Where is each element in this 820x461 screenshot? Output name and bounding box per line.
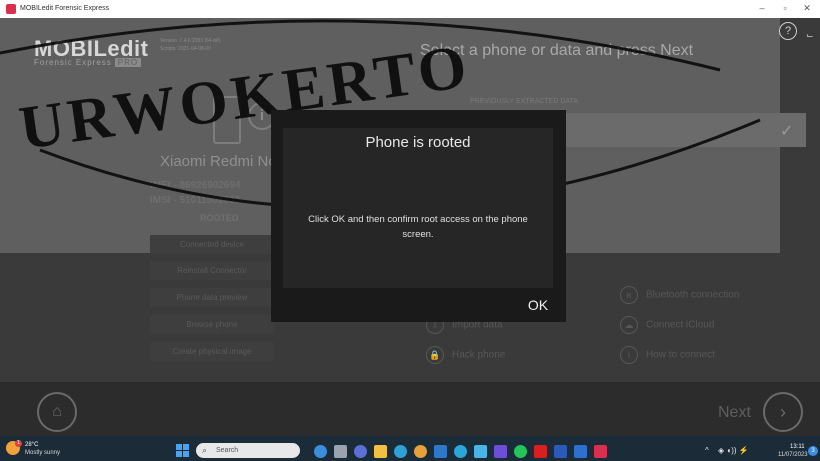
dialog-body <box>283 128 553 288</box>
notes-icon[interactable] <box>574 445 587 458</box>
task-view-icon[interactable] <box>334 445 347 458</box>
bing-chat-icon[interactable] <box>314 445 327 458</box>
teams-icon[interactable] <box>354 445 367 458</box>
dialog-title: Phone is rooted <box>365 134 471 151</box>
word-icon[interactable] <box>554 445 567 458</box>
start-icon[interactable] <box>176 444 190 458</box>
netflix-icon[interactable] <box>534 445 547 458</box>
store-icon[interactable] <box>434 445 447 458</box>
whatsapp-icon[interactable] <box>514 445 527 458</box>
weather-temperature[interactable]: 28°C <box>25 442 38 448</box>
tray-chevron-icon[interactable]: ^ <box>705 446 709 455</box>
notification-badge[interactable]: 3 <box>808 446 818 456</box>
taskbar-search[interactable]: ⌕ Search <box>196 443 300 458</box>
taskbar <box>0 436 820 461</box>
app-icon-purple[interactable] <box>494 445 507 458</box>
clock-time[interactable]: 13:11 <box>790 444 805 450</box>
app-icon-light[interactable] <box>474 445 487 458</box>
weather-badge: 1 <box>15 440 22 447</box>
chrome-icon[interactable] <box>414 445 427 458</box>
mobiledit-taskbar-icon[interactable] <box>594 445 607 458</box>
file-explorer-icon[interactable] <box>374 445 387 458</box>
search-icon: ⌕ <box>202 445 208 455</box>
search-placeholder: Search <box>216 447 239 454</box>
tray-status-icons[interactable]: ◈ ◖)) ⚡ <box>718 446 749 455</box>
ok-button[interactable]: OK <box>520 297 556 313</box>
edge-icon[interactable] <box>394 445 407 458</box>
weather-condition[interactable]: Mostly sunny <box>25 450 60 456</box>
app-icon-blue[interactable] <box>454 445 467 458</box>
clock-date[interactable]: 11/07/2023 <box>778 452 808 458</box>
dialog-message: Click OK and then confirm root access on… <box>308 214 528 240</box>
